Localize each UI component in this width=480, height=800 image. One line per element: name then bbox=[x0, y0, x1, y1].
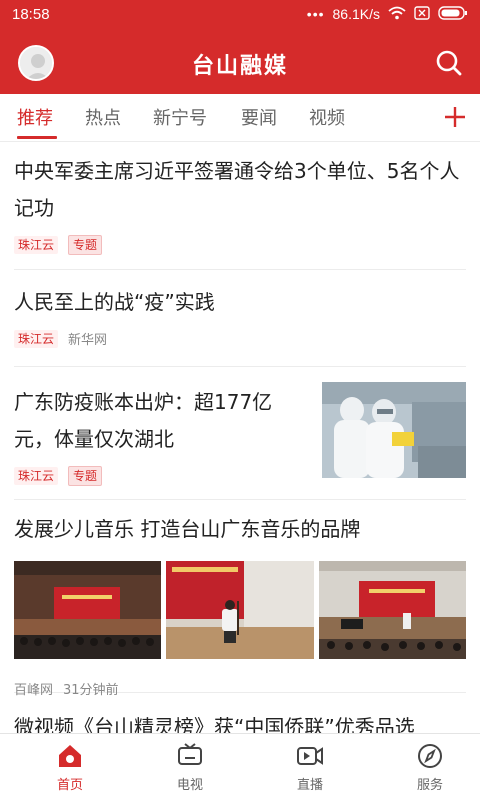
news-item[interactable]: 人民至上的战“疫”实践 珠江云 新华网 bbox=[14, 271, 466, 367]
app-title: 台山融媒 bbox=[191, 54, 288, 79]
app-header: 台山融媒 bbox=[0, 28, 480, 94]
concert-hall-image bbox=[14, 561, 161, 659]
medical-workers-image bbox=[322, 382, 466, 478]
source-tag: 珠江云 bbox=[14, 236, 59, 254]
news-time: 31分钟前 bbox=[63, 683, 119, 698]
news-source: 百峰网 bbox=[14, 683, 54, 698]
active-tab-indicator bbox=[17, 136, 57, 139]
compass-icon bbox=[418, 744, 442, 768]
nav-home[interactable]: 首页 bbox=[30, 742, 110, 793]
search-button[interactable] bbox=[434, 48, 464, 78]
news-thumbnail bbox=[166, 561, 314, 659]
nav-services[interactable]: 服务 bbox=[390, 742, 470, 793]
news-thumbnail bbox=[14, 561, 161, 659]
news-meta: 珠江云 新华网 bbox=[14, 329, 466, 348]
status-dots: ••• bbox=[306, 6, 325, 22]
nav-label: 直播 bbox=[296, 778, 323, 793]
bottom-nav: 首页 电视 直播 服务 bbox=[0, 733, 480, 800]
news-title: 发展少儿音乐 打造台山广东音乐的品牌 bbox=[14, 517, 361, 541]
status-right: ••• 86.1K/s bbox=[306, 5, 468, 23]
tab-hot[interactable]: 热点 bbox=[85, 104, 121, 130]
search-icon bbox=[436, 50, 462, 76]
live-icon bbox=[297, 747, 323, 765]
status-bar: 18:58 ••• 86.1K/s bbox=[0, 0, 480, 28]
news-thumbnail bbox=[322, 382, 466, 478]
news-title: 人民至上的战“疫”实践 bbox=[14, 290, 215, 314]
nav-label: 服务 bbox=[416, 778, 443, 793]
tv-icon bbox=[178, 743, 202, 765]
nav-label: 首页 bbox=[56, 778, 83, 793]
stage-performance-image bbox=[319, 561, 466, 659]
nav-label: 电视 bbox=[176, 778, 203, 793]
tab-recommend[interactable]: 推荐 bbox=[17, 104, 53, 130]
add-channel-button[interactable] bbox=[442, 100, 468, 130]
network-speed: 86.1K/s bbox=[332, 6, 380, 22]
news-item[interactable]: 广东防疫账本出炉：超177亿元，体量仅次湖北 珠江云 专题 bbox=[14, 368, 466, 500]
battery-icon bbox=[438, 5, 468, 23]
tab-news[interactable]: 要闻 bbox=[241, 104, 277, 130]
news-title: 广东防疫账本出炉：超177亿元，体量仅次湖北 bbox=[14, 390, 273, 451]
news-source: 新华网 bbox=[68, 333, 108, 348]
home-icon bbox=[59, 745, 81, 767]
news-feed: 中央军委主席习近平签署通令给3个单位、5名个人记功 珠江云 专题 人民至上的战“… bbox=[0, 143, 480, 733]
news-meta: 百峰网 31分钟前 bbox=[14, 679, 119, 698]
erhu-performer-image bbox=[166, 561, 314, 659]
sim-icon bbox=[414, 5, 430, 23]
topic-tag: 专题 bbox=[68, 466, 103, 486]
nav-tv[interactable]: 电视 bbox=[150, 742, 230, 793]
topic-tag: 专题 bbox=[68, 235, 103, 255]
news-item[interactable]: 发展少儿音乐 打造台山广东音乐的品牌 百峰网 31分钟前 bbox=[14, 501, 466, 698]
source-tag: 珠江云 bbox=[14, 467, 59, 485]
news-title: 微视频《台山精灵榜》获“中国侨联”优秀品选 bbox=[14, 715, 415, 733]
tab-xinning[interactable]: 新宁号 bbox=[153, 104, 207, 130]
status-time: 18:58 bbox=[12, 5, 50, 23]
channel-tabs: 推荐 热点 新宁号 要闻 视频 bbox=[0, 94, 480, 142]
wifi-icon bbox=[388, 6, 406, 23]
news-item[interactable]: 中央军委主席习近平签署通令给3个单位、5名个人记功 珠江云 专题 bbox=[14, 153, 466, 270]
news-title: 中央军委主席习近平签署通令给3个单位、5名个人记功 bbox=[14, 159, 460, 220]
news-meta: 珠江云 专题 bbox=[14, 235, 466, 255]
news-item[interactable]: 微视频《台山精灵榜》获“中国侨联”优秀品选 bbox=[14, 709, 466, 733]
source-tag: 珠江云 bbox=[14, 329, 59, 348]
plus-icon bbox=[445, 107, 465, 127]
news-thumbnail bbox=[319, 561, 466, 659]
tab-video[interactable]: 视频 bbox=[309, 104, 345, 130]
nav-live[interactable]: 直播 bbox=[270, 742, 350, 793]
